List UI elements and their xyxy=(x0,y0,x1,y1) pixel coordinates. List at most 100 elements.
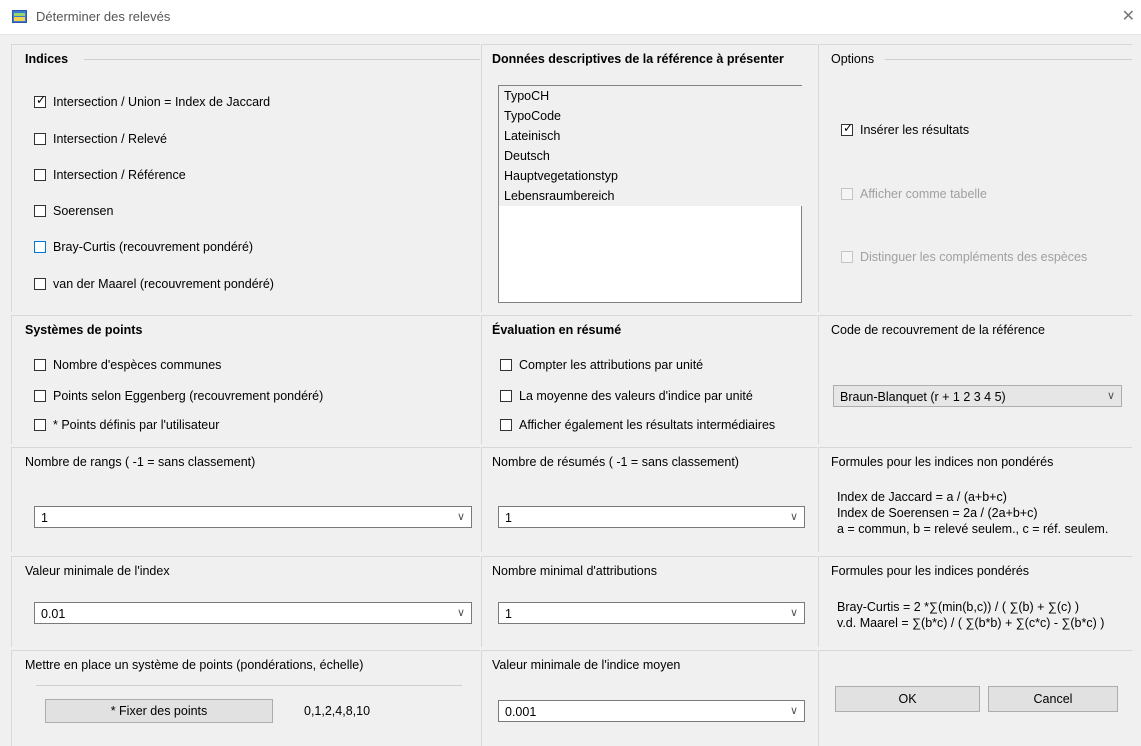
checkbox-box[interactable] xyxy=(500,359,512,371)
descriptive-listbox[interactable]: TypoCH TypoCode Lateinisch Deutsch Haupt… xyxy=(498,85,802,303)
cover-code-panel: Code de recouvrement de la référence Bra… xyxy=(818,315,1132,444)
check-icon: ✓ xyxy=(36,93,47,107)
checkbox-distinguish-complements[interactable]: Distinguer les compléments des espèces xyxy=(841,250,1087,264)
checkbox-label: van der Maarel (recouvrement pondéré) xyxy=(53,277,274,291)
min-mean-title: Valeur minimale de l'indice moyen xyxy=(492,658,681,672)
select-value: 0.01 xyxy=(41,607,66,621)
checkbox-box[interactable] xyxy=(34,241,46,253)
checkbox-box[interactable] xyxy=(500,390,512,402)
min-index-select[interactable]: 0.01 ∨ xyxy=(34,602,472,624)
checkbox-label: Afficher comme tabelle xyxy=(860,187,987,201)
checkbox-label: * Points définis par l'utilisateur xyxy=(53,418,220,432)
formula-text: Bray-Curtis = 2 *∑(min(b,c)) / ( ∑(b) + … xyxy=(837,600,1080,614)
cancel-button[interactable]: Cancel xyxy=(988,686,1118,712)
checkbox-box[interactable]: ✓ xyxy=(841,121,853,136)
min-attributions-panel: Nombre minimal d'attributions 1 ∨ xyxy=(481,556,817,647)
ranks-select[interactable]: 1 ∨ xyxy=(34,506,472,528)
summaries-panel: Nombre de résumés ( -1 = sans classement… xyxy=(481,447,817,552)
list-item[interactable]: Deutsch xyxy=(499,146,802,166)
select-value: 1 xyxy=(505,607,512,621)
checkbox-label: Bray-Curtis (recouvrement pondéré) xyxy=(53,240,254,254)
checkbox-label: Intersection / Union = Index de Jaccard xyxy=(53,95,271,109)
summaries-select[interactable]: 1 ∨ xyxy=(498,506,805,528)
descriptive-title: Données descriptives de la référence à p… xyxy=(492,52,784,66)
unweighted-title: Formules pour les indices non pondérés xyxy=(831,455,1054,469)
list-item[interactable]: Hauptvegetationstyp xyxy=(499,166,802,186)
unweighted-formulas-panel: Formules pour les indices non pondérés I… xyxy=(818,447,1132,552)
ranks-panel: Nombre de rangs ( -1 = sans classement) … xyxy=(11,447,480,552)
checkbox-box[interactable] xyxy=(34,278,46,290)
formula-text: Index de Jaccard = a / (a+b+c) xyxy=(837,490,1007,504)
points-setup-title: Mettre en place un système de points (po… xyxy=(25,658,364,672)
cover-code-title: Code de recouvrement de la référence xyxy=(831,323,1046,337)
checkbox-label: Points selon Eggenberg (recouvrement pon… xyxy=(53,389,324,403)
checkbox-box[interactable] xyxy=(34,359,46,371)
chevron-down-icon[interactable]: ∨ xyxy=(790,510,798,523)
weighted-formulas-panel: Formules pour les indices pondérés Bray-… xyxy=(818,556,1132,647)
checkbox-label: La moyenne des valeurs d'indice par unit… xyxy=(519,389,753,403)
checkbox-mean-index[interactable]: La moyenne des valeurs d'indice par unit… xyxy=(500,389,753,403)
checkbox-jaccard[interactable]: ✓ Intersection / Union = Index de Jaccar… xyxy=(34,93,271,109)
chevron-down-icon[interactable]: ∨ xyxy=(457,510,465,523)
checkbox-box[interactable]: ✓ xyxy=(34,93,47,108)
checkbox-box[interactable] xyxy=(841,251,853,263)
chevron-down-icon[interactable]: ∨ xyxy=(790,606,798,619)
checkbox-label: Intersection / Relevé xyxy=(53,132,167,146)
checkbox-box[interactable] xyxy=(34,390,46,402)
select-value: 1 xyxy=(41,511,48,525)
descriptive-panel: Données descriptives de la référence à p… xyxy=(481,44,817,312)
checkbox-soerensen[interactable]: Soerensen xyxy=(34,204,113,218)
summary-eval-panel: Évaluation en résumé Compter les attribu… xyxy=(481,315,817,444)
list-item[interactable]: Lateinisch xyxy=(499,126,802,146)
min-index-panel: Valeur minimale de l'index 0.01 ∨ xyxy=(11,556,480,647)
cover-code-select[interactable]: Braun-Blanquet (r + 1 2 3 4 5) ∨ xyxy=(833,385,1122,407)
options-title: Options xyxy=(831,52,875,66)
checkbox-intersection-reference[interactable]: Intersection / Référence xyxy=(34,168,186,182)
checkbox-count-attributions[interactable]: Compter les attributions par unité xyxy=(500,358,703,372)
checkbox-label: Distinguer les compléments des espèces xyxy=(860,250,1088,264)
formula-text: Index de Soerensen = 2a / (2a+b+c) xyxy=(837,506,1038,520)
checkbox-eggenberg[interactable]: Points selon Eggenberg (recouvrement pon… xyxy=(34,389,323,403)
points-scale: 0,1,2,4,8,10 xyxy=(304,704,371,718)
min-attrib-select[interactable]: 1 ∨ xyxy=(498,602,805,624)
checkbox-van-der-maarel[interactable]: van der Maarel (recouvrement pondéré) xyxy=(34,277,274,291)
options-panel: Options ✓ Insérer les résultats Afficher… xyxy=(818,44,1132,312)
ok-button[interactable]: OK xyxy=(835,686,980,712)
checkbox-show-table[interactable]: Afficher comme tabelle xyxy=(841,187,987,201)
buttons-panel: OK Cancel xyxy=(818,650,1132,746)
checkbox-box[interactable] xyxy=(34,169,46,181)
fix-points-button[interactable]: * Fixer des points xyxy=(45,699,273,723)
checkbox-box[interactable] xyxy=(841,188,853,200)
checkbox-label: Nombre d'espèces communes xyxy=(53,358,222,372)
chevron-down-icon[interactable]: ∨ xyxy=(790,704,798,717)
checkbox-label: Compter les attributions par unité xyxy=(519,358,704,372)
checkbox-box[interactable] xyxy=(34,133,46,145)
checkbox-intermediate-results[interactable]: Afficher également les résultats intermé… xyxy=(500,418,775,432)
checkbox-user-points[interactable]: * Points définis par l'utilisateur xyxy=(34,418,219,432)
checkbox-box[interactable] xyxy=(34,205,46,217)
checkbox-box[interactable] xyxy=(34,419,46,431)
summary-eval-title: Évaluation en résumé xyxy=(492,323,622,337)
points-setup-panel: Mettre en place un système de points (po… xyxy=(11,650,480,746)
chevron-down-icon[interactable]: ∨ xyxy=(457,606,465,619)
title-bar: Déterminer des relevés ✕ xyxy=(0,0,1141,35)
ranks-title: Nombre de rangs ( -1 = sans classement) xyxy=(25,455,256,469)
indices-title: Indices xyxy=(25,52,69,66)
checkbox-box[interactable] xyxy=(500,419,512,431)
min-mean-select[interactable]: 0.001 ∨ xyxy=(498,700,805,722)
checkbox-insert-results[interactable]: ✓ Insérer les résultats xyxy=(841,121,969,137)
list-item[interactable]: TypoCH xyxy=(499,86,802,106)
checkbox-label: Afficher également les résultats intermé… xyxy=(519,418,776,432)
checkbox-intersection-releve[interactable]: Intersection / Relevé xyxy=(34,132,167,146)
list-item[interactable]: Lebensraumbereich xyxy=(499,186,802,206)
chevron-down-icon[interactable]: ∨ xyxy=(1107,389,1115,402)
window-title: Déterminer des relevés xyxy=(36,9,171,24)
close-icon[interactable]: ✕ xyxy=(1122,6,1135,26)
list-item[interactable]: TypoCode xyxy=(499,106,802,126)
min-index-title: Valeur minimale de l'index xyxy=(25,564,170,578)
checkbox-label: Intersection / Référence xyxy=(53,168,186,182)
select-value: 0.001 xyxy=(505,705,537,719)
checkbox-common-species[interactable]: Nombre d'espèces communes xyxy=(34,358,221,372)
checkbox-bray-curtis[interactable]: Bray-Curtis (recouvrement pondéré) xyxy=(34,240,253,254)
points-systems-title: Systèmes de points xyxy=(25,323,143,337)
